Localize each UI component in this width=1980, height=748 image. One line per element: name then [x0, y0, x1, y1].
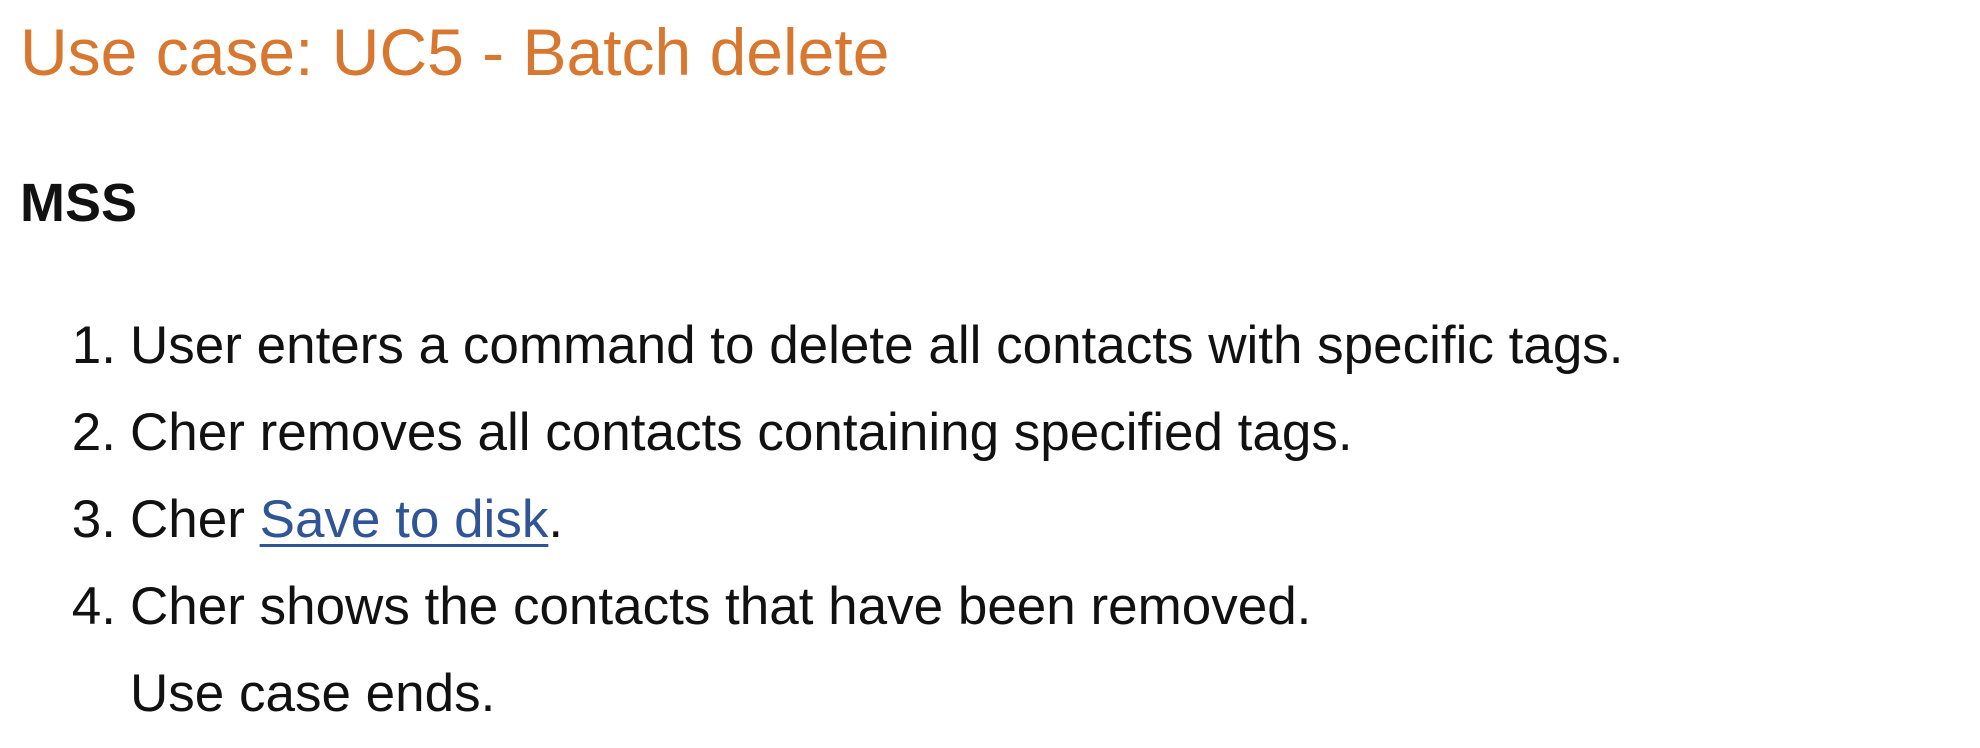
step-prefix: Cher	[130, 490, 260, 549]
step-suffix: .	[548, 490, 564, 549]
step-number: 1.	[71, 316, 116, 375]
use-case-ending: Use case ends.	[130, 664, 496, 723]
step-text: Cher shows the contacts that have been r…	[130, 577, 1312, 636]
section-heading-mss: MSS	[20, 173, 138, 233]
page-title: Use case: UC5 - Batch delete	[20, 15, 890, 89]
step-number: 2.	[71, 403, 116, 462]
step-text: Cher removes all contacts containing spe…	[130, 403, 1353, 462]
save-to-disk-link[interactable]: Save to disk	[260, 490, 549, 549]
step-number: 3.	[71, 490, 116, 549]
step-text: Cher Save to disk.	[130, 484, 563, 556]
step-text: User enters a command to delete all cont…	[130, 316, 1624, 375]
use-case-document: Use case: UC5 - Batch delete MSS 1. User…	[0, 0, 1980, 748]
step-number: 4.	[71, 577, 116, 636]
